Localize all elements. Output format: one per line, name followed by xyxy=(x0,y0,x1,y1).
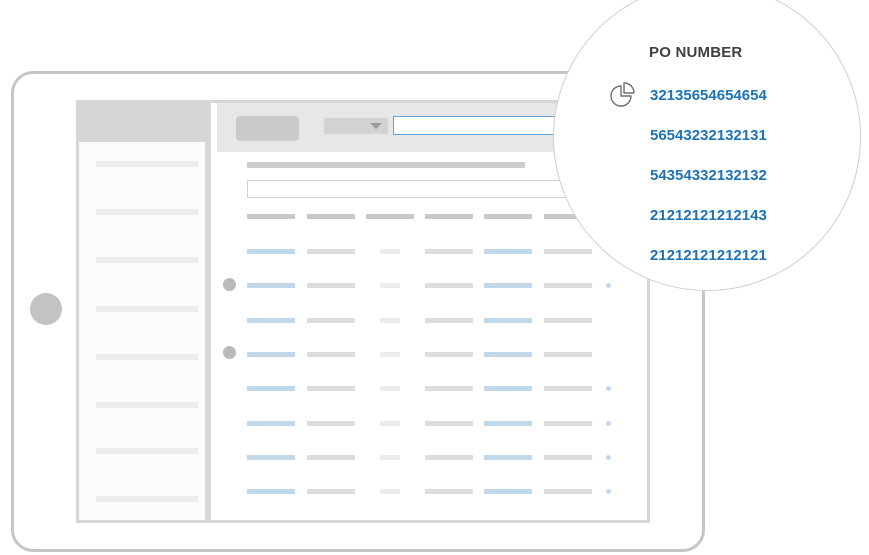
row-indicator-dot xyxy=(606,489,611,494)
table-cell xyxy=(544,352,592,357)
table-cell xyxy=(307,421,355,426)
sidebar-item[interactable] xyxy=(96,402,198,408)
row-indicator-dot xyxy=(606,283,611,288)
table-cell xyxy=(380,283,400,288)
table-cell xyxy=(484,421,532,426)
column-header[interactable] xyxy=(307,214,355,219)
column-title: PO NUMBER xyxy=(649,44,743,61)
table-cell xyxy=(484,318,532,323)
table-cell xyxy=(307,283,355,288)
sidebar-item[interactable] xyxy=(96,306,198,312)
home-button[interactable] xyxy=(30,293,62,325)
sidebar-item[interactable] xyxy=(96,354,198,360)
filter-input[interactable] xyxy=(247,180,589,198)
table-cell xyxy=(247,318,295,323)
table-cell xyxy=(544,421,592,426)
table-cell xyxy=(307,249,355,254)
table-cell xyxy=(425,283,473,288)
chevron-down-icon xyxy=(370,123,382,129)
table-cell xyxy=(484,455,532,460)
table-cell xyxy=(380,352,400,357)
table-cell xyxy=(247,283,295,288)
sidebar-item[interactable] xyxy=(96,209,198,215)
table-cell xyxy=(307,489,355,494)
table-cell xyxy=(425,421,473,426)
table-cell xyxy=(425,352,473,357)
po-number-link[interactable]: 32135654654654 xyxy=(650,87,767,104)
table-cell xyxy=(425,318,473,323)
table-cell xyxy=(247,421,295,426)
column-header[interactable] xyxy=(247,214,295,219)
filter-dropdown[interactable] xyxy=(324,118,388,134)
pie-chart-icon xyxy=(610,82,635,107)
table-cell xyxy=(544,283,592,288)
table-cell xyxy=(307,455,355,460)
po-number-link[interactable]: 54354332132132 xyxy=(650,167,767,184)
column-header[interactable] xyxy=(484,214,532,219)
table-cell xyxy=(247,386,295,391)
sidebar-item[interactable] xyxy=(96,448,198,454)
table-cell xyxy=(247,249,295,254)
table-cell xyxy=(425,386,473,391)
sidebar-item[interactable] xyxy=(96,496,198,502)
row-status-dot xyxy=(223,346,236,359)
table-cell xyxy=(307,352,355,357)
table-cell xyxy=(380,318,400,323)
po-number-link[interactable]: 56543232132131 xyxy=(650,127,767,144)
table-cell xyxy=(484,386,532,391)
row-indicator-dot xyxy=(606,455,611,460)
row-indicator-dot xyxy=(606,386,611,391)
row-indicator-dot xyxy=(606,421,611,426)
page-heading-placeholder xyxy=(247,162,525,168)
table-cell xyxy=(307,386,355,391)
table-cell xyxy=(544,489,592,494)
table-cell xyxy=(425,455,473,460)
table-cell xyxy=(380,386,400,391)
table-cell xyxy=(380,489,400,494)
table-cell xyxy=(544,249,592,254)
row-status-dot xyxy=(223,278,236,291)
table-cell xyxy=(484,283,532,288)
table-cell xyxy=(484,489,532,494)
column-header[interactable] xyxy=(366,214,414,219)
table-cell xyxy=(484,249,532,254)
table-cell xyxy=(247,352,295,357)
column-header[interactable] xyxy=(425,214,473,219)
table-cell xyxy=(425,489,473,494)
sidebar-item[interactable] xyxy=(96,161,198,167)
sidebar-item[interactable] xyxy=(96,257,198,263)
table-cell xyxy=(247,455,295,460)
table-cell xyxy=(307,318,355,323)
table-cell xyxy=(380,249,400,254)
po-number-link[interactable]: 21212121212143 xyxy=(650,207,767,224)
table-cell xyxy=(544,386,592,391)
sidebar-header xyxy=(79,103,205,142)
table-cell xyxy=(544,318,592,323)
table-cell xyxy=(247,489,295,494)
table-cell xyxy=(380,455,400,460)
table-cell xyxy=(484,352,532,357)
toolbar-button[interactable] xyxy=(236,116,299,141)
table-cell xyxy=(425,249,473,254)
sidebar xyxy=(79,103,211,520)
search-input[interactable] xyxy=(393,116,580,135)
table-cell xyxy=(380,421,400,426)
po-number-link[interactable]: 21212121212121 xyxy=(650,247,767,264)
table-cell xyxy=(544,455,592,460)
